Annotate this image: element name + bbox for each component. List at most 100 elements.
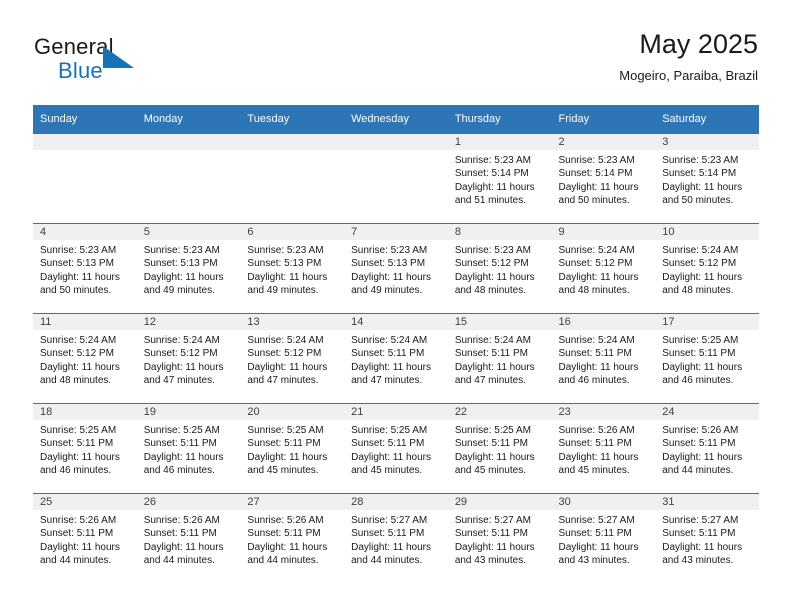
sunset-text: Sunset: 5:11 PM <box>40 528 114 540</box>
day-number: 18 <box>33 404 137 420</box>
calendar-day-cell[interactable]: 16 Sunrise: 5:24 AM Sunset: 5:11 PM Dayligh… <box>551 313 656 404</box>
sunrise-text: Sunrise: 5:25 AM <box>40 425 117 436</box>
sunset-text: Sunset: 5:11 PM <box>558 438 632 450</box>
day-details: Sunrise: 5:23 AM Sunset: 5:13 PM Daylight:… <box>33 240 137 298</box>
daylight-text-line2: and 48 minutes. <box>454 285 526 297</box>
day-details: Sunrise: 5:26 AM Sunset: 5:11 PM Daylight:… <box>655 420 759 478</box>
calendar-day-cell[interactable]: 11 Sunrise: 5:24 AM Sunset: 5:12 PM Dayligh… <box>33 313 137 404</box>
day-number: 5 <box>136 224 241 240</box>
calendar-day-cell[interactable]: 22 Sunrise: 5:25 AM Sunset: 5:11 PM Dayligh… <box>447 403 552 494</box>
calendar-day-cell[interactable]: 25 Sunrise: 5:26 AM Sunset: 5:11 PM Dayligh… <box>33 493 137 583</box>
calendar-day-cell[interactable]: 21 Sunrise: 5:25 AM Sunset: 5:11 PM Dayligh… <box>344 403 448 494</box>
calendar-day-cell[interactable]: 24 Sunrise: 5:26 AM Sunset: 5:11 PM Dayligh… <box>655 403 759 494</box>
calendar-day-cell[interactable]: 2 Sunrise: 5:23 AM Sunset: 5:14 PM Daylight… <box>551 133 656 224</box>
day-number: 3 <box>655 134 759 150</box>
day-number: 8 <box>447 224 552 240</box>
calendar-day-cell[interactable]: 17 Sunrise: 5:25 AM Sunset: 5:11 PM Dayligh… <box>655 313 759 404</box>
day-details: Sunrise: 5:23 AM Sunset: 5:12 PM Daylight:… <box>448 240 552 298</box>
day-details: Sunrise: 5:26 AM Sunset: 5:11 PM Daylight:… <box>137 510 241 568</box>
sunset-text: Sunset: 5:12 PM <box>454 258 529 270</box>
calendar-day-cell[interactable]: 30 Sunrise: 5:27 AM Sunset: 5:11 PM Dayligh… <box>551 493 656 583</box>
day-details: Sunrise: 5:26 AM Sunset: 5:11 PM Daylight:… <box>552 420 656 478</box>
calendar-day-cell[interactable]: 14 Sunrise: 5:24 AM Sunset: 5:11 PM Dayligh… <box>344 313 448 404</box>
calendar-day-cell[interactable]: 12 Sunrise: 5:24 AM Sunset: 5:12 PM Dayligh… <box>136 313 241 404</box>
day-number: 15 <box>447 314 552 330</box>
day-details <box>33 150 137 154</box>
calendar-day-cell[interactable]: 10 Sunrise: 5:24 AM Sunset: 5:12 PM Dayligh… <box>655 223 759 314</box>
sunset-text: Sunset: 5:11 PM <box>662 348 736 360</box>
calendar-day-cell[interactable]: 5 Sunrise: 5:23 AM Sunset: 5:13 PM Daylight… <box>136 223 241 314</box>
sunset-text: Sunset: 5:11 PM <box>351 438 425 450</box>
sunrise-text: Sunrise: 5:24 AM <box>454 335 531 346</box>
daylight-text-line1: Daylight: 11 hours <box>662 271 743 283</box>
calendar-day-cell[interactable]: 26 Sunrise: 5:26 AM Sunset: 5:11 PM Dayligh… <box>136 493 241 583</box>
day-details: Sunrise: 5:24 AM Sunset: 5:12 PM Daylight:… <box>33 330 137 388</box>
calendar-day-cell[interactable]: 1 Sunrise: 5:23 AM Sunset: 5:14 PM Daylight… <box>447 133 552 224</box>
calendar-day-cell[interactable]: 20 Sunrise: 5:25 AM Sunset: 5:11 PM Dayligh… <box>240 403 345 494</box>
calendar-day-cell[interactable]: 18 Sunrise: 5:25 AM Sunset: 5:11 PM Dayligh… <box>33 403 137 494</box>
calendar-day-cell[interactable]: 31 Sunrise: 5:27 AM Sunset: 5:11 PM Dayligh… <box>655 493 759 583</box>
daylight-text-line1: Daylight: 11 hours <box>351 541 431 553</box>
day-details: Sunrise: 5:25 AM Sunset: 5:11 PM Daylight:… <box>344 420 448 478</box>
weekday-header-friday: Friday <box>551 105 656 134</box>
sunset-text: Sunset: 5:12 PM <box>247 348 322 360</box>
calendar-empty-cell <box>344 133 448 224</box>
daylight-text-line2: and 50 minutes. <box>662 195 734 207</box>
day-details: Sunrise: 5:23 AM Sunset: 5:14 PM Daylight:… <box>552 150 656 208</box>
sunrise-text: Sunrise: 5:24 AM <box>558 335 635 346</box>
sunrise-text: Sunrise: 5:24 AM <box>247 335 324 346</box>
calendar-day-cell[interactable]: 4 Sunrise: 5:23 AM Sunset: 5:13 PM Daylight… <box>33 223 137 314</box>
brand-name-general: General <box>34 34 114 59</box>
sunrise-text: Sunrise: 5:23 AM <box>143 245 220 256</box>
calendar-day-cell[interactable]: 29 Sunrise: 5:27 AM Sunset: 5:11 PM Dayligh… <box>447 493 552 583</box>
sunrise-text: Sunrise: 5:25 AM <box>143 425 220 436</box>
sunset-text: Sunset: 5:14 PM <box>454 168 529 180</box>
day-number: 4 <box>33 224 137 240</box>
day-number <box>33 134 137 150</box>
calendar-day-cell[interactable]: 19 Sunrise: 5:25 AM Sunset: 5:11 PM Dayligh… <box>136 403 241 494</box>
calendar-day-cell[interactable]: 28 Sunrise: 5:27 AM Sunset: 5:11 PM Dayligh… <box>344 493 448 583</box>
day-details <box>344 150 448 154</box>
calendar-day-cell[interactable]: 8 Sunrise: 5:23 AM Sunset: 5:12 PM Daylight… <box>447 223 552 314</box>
daylight-text-line2: and 43 minutes. <box>454 555 526 567</box>
daylight-text-line2: and 49 minutes. <box>143 285 215 297</box>
calendar-day-cell[interactable]: 9 Sunrise: 5:24 AM Sunset: 5:12 PM Daylight… <box>551 223 656 314</box>
calendar-day-cell[interactable]: 6 Sunrise: 5:23 AM Sunset: 5:13 PM Daylight… <box>240 223 345 314</box>
brand-logo[interactable]: General Blue <box>34 34 244 90</box>
sunset-text: Sunset: 5:11 PM <box>558 528 632 540</box>
calendar-body: 1 Sunrise: 5:23 AM Sunset: 5:14 PM Daylight… <box>33 133 759 583</box>
day-number: 24 <box>655 404 759 420</box>
calendar-day-cell[interactable]: 7 Sunrise: 5:23 AM Sunset: 5:13 PM Daylight… <box>344 223 448 314</box>
calendar-day-cell[interactable]: 23 Sunrise: 5:26 AM Sunset: 5:11 PM Dayligh… <box>551 403 656 494</box>
calendar-empty-cell <box>136 133 241 224</box>
sunrise-text: Sunrise: 5:27 AM <box>558 515 635 526</box>
daylight-text-line2: and 47 minutes. <box>454 375 526 387</box>
day-details: Sunrise: 5:25 AM Sunset: 5:11 PM Daylight:… <box>448 420 552 478</box>
calendar-day-cell[interactable]: 15 Sunrise: 5:24 AM Sunset: 5:11 PM Dayligh… <box>447 313 552 404</box>
daylight-text-line1: Daylight: 11 hours <box>454 541 535 553</box>
daylight-text-line1: Daylight: 11 hours <box>143 451 224 463</box>
sunrise-text: Sunrise: 5:23 AM <box>454 155 531 166</box>
daylight-text-line2: and 44 minutes. <box>351 555 423 567</box>
day-number: 6 <box>240 224 345 240</box>
day-details: Sunrise: 5:24 AM Sunset: 5:12 PM Daylight:… <box>240 330 344 388</box>
calendar-week-row: 4 Sunrise: 5:23 AM Sunset: 5:13 PM Daylight… <box>33 223 759 314</box>
sunset-text: Sunset: 5:11 PM <box>454 438 529 450</box>
sunset-text: Sunset: 5:14 PM <box>558 168 633 180</box>
daylight-text-line2: and 44 minutes. <box>662 465 734 477</box>
day-details: Sunrise: 5:27 AM Sunset: 5:11 PM Daylight:… <box>344 510 448 568</box>
calendar-week-row: 1 Sunrise: 5:23 AM Sunset: 5:14 PM Daylight… <box>33 133 759 224</box>
day-details: Sunrise: 5:23 AM Sunset: 5:13 PM Daylight:… <box>240 240 344 298</box>
calendar-day-cell[interactable]: 27 Sunrise: 5:26 AM Sunset: 5:11 PM Dayligh… <box>240 493 345 583</box>
sunrise-text: Sunrise: 5:25 AM <box>662 335 739 346</box>
day-details <box>137 150 241 154</box>
day-number: 7 <box>344 224 448 240</box>
sunset-text: Sunset: 5:12 PM <box>143 348 218 360</box>
weekday-header-sunday: Sunday <box>33 105 137 134</box>
daylight-text-line1: Daylight: 11 hours <box>454 451 535 463</box>
daylight-text-line1: Daylight: 11 hours <box>351 271 431 283</box>
calendar-day-cell[interactable]: 13 Sunrise: 5:24 AM Sunset: 5:12 PM Dayligh… <box>240 313 345 404</box>
daylight-text-line2: and 45 minutes. <box>558 465 630 477</box>
day-number: 19 <box>136 404 241 420</box>
calendar-day-cell[interactable]: 3 Sunrise: 5:23 AM Sunset: 5:14 PM Daylight… <box>655 133 759 224</box>
